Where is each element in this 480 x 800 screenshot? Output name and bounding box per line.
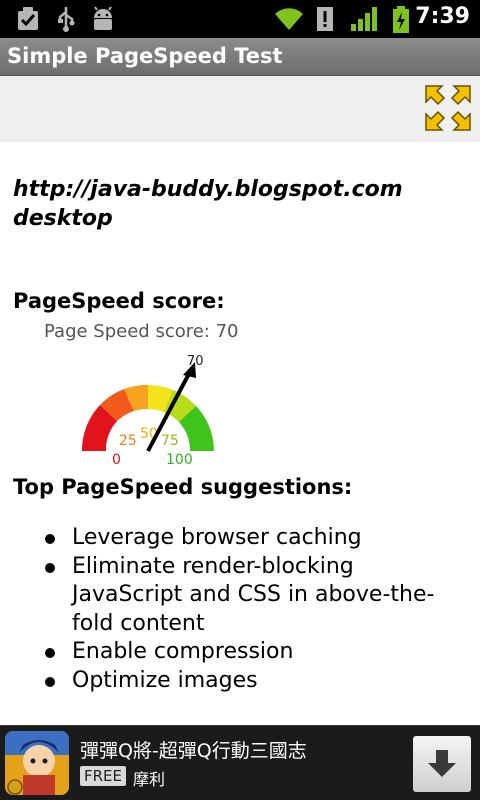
clock: 7:39	[415, 4, 470, 29]
score-gauge: 0 25 50 75 100 70	[81, 354, 214, 468]
gauge-tick-25: 25	[119, 433, 137, 449]
battery-charging-icon	[393, 6, 409, 33]
suggestion-item: Optimize images	[45, 667, 452, 696]
app-title: Simple PageSpeed Test	[7, 44, 283, 68]
ad-free-badge: FREE	[80, 766, 127, 786]
usb-icon	[58, 7, 75, 32]
gauge-tick-100: 100	[166, 452, 193, 468]
expand-icon[interactable]	[424, 84, 472, 132]
signal-icon	[351, 7, 377, 31]
strategy: desktop	[13, 206, 113, 231]
suggestion-item: Enable compression	[45, 638, 452, 667]
download-arrow-icon[interactable]	[413, 736, 471, 792]
ad-title[interactable]: 彈彈Q將-超彈Q行動三國志	[80, 736, 307, 763]
result-content: http://java-buddy.blogspot.com desktop P…	[0, 142, 480, 725]
alert-icon	[317, 7, 333, 31]
tested-url-block: http://java-buddy.blogspot.com desktop	[13, 175, 403, 233]
status-bar: 7:39	[0, 0, 480, 38]
suggestion-item: Leverage browser caching	[45, 524, 452, 553]
checkbox-notification-icon	[18, 7, 38, 30]
tested-url: http://java-buddy.blogspot.com	[13, 177, 403, 202]
game-character-icon[interactable]	[5, 731, 69, 795]
ad-banner[interactable]: 彈彈Q將-超彈Q行動三國志 FREE 摩利	[0, 725, 480, 800]
toolbar	[0, 76, 480, 142]
suggestions-heading: Top PageSpeed suggestions:	[13, 475, 353, 499]
score-heading: PageSpeed score:	[13, 289, 225, 313]
gauge-title: Page Speed score: 70	[44, 321, 239, 342]
gauge-tick-75: 75	[161, 433, 179, 449]
gauge-needle-label: 70	[187, 354, 204, 369]
app-title-bar: Simple PageSpeed Test	[0, 38, 480, 76]
ad-publisher: 摩利	[133, 770, 166, 789]
wifi-icon	[275, 8, 303, 30]
suggestion-item: Eliminate render-blocking JavaScript and…	[45, 553, 452, 639]
suggestions-list: Leverage browser caching Eliminate rende…	[45, 524, 452, 696]
gauge-tick-0: 0	[112, 452, 121, 468]
android-debug-icon	[94, 6, 112, 30]
